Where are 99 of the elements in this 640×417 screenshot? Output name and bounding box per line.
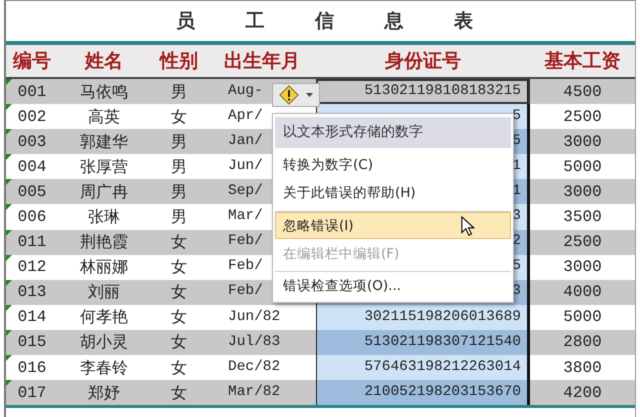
column-header: 出生年月 (223, 48, 301, 74)
table-cell: 013 (6, 280, 58, 305)
table-cell-text: Feb/ (228, 282, 263, 302)
table-cell-text: Jun/ (228, 156, 263, 176)
error-indicator-icon (6, 154, 12, 160)
column-header: 基本工资 (544, 48, 622, 74)
table-cell-text: 女 (170, 256, 188, 278)
table-cell-text: 女 (170, 231, 188, 254)
table-cell-text: 2500 (562, 106, 603, 128)
error-smart-tag[interactable] (272, 83, 320, 107)
table-cell-text: 女 (170, 306, 188, 328)
table-cell-text: 4500 (562, 82, 603, 103)
table-cell: 006 (6, 204, 58, 230)
menu-item[interactable]: 忽略错误(I) (275, 210, 511, 239)
table-cell-text: 高英 (87, 106, 121, 128)
table-cell-text: 4200 (562, 382, 603, 404)
menu-item[interactable]: 关于此错误的帮助(H) (275, 178, 511, 206)
table-cell-text: 男 (170, 156, 188, 178)
table-cell-text: 张琳 (87, 206, 121, 228)
table-cell-text: 4000 (562, 282, 603, 304)
table-cell-text: 3000 (562, 257, 603, 278)
error-indicator-icon (6, 330, 12, 336)
error-indicator-icon (6, 355, 12, 362)
error-indicator-icon (6, 129, 12, 136)
table-cell-text: 3000 (562, 132, 603, 153)
table-cell-text: 张厚营 (79, 156, 129, 178)
table-cell-text: 何孝艳 (79, 306, 129, 328)
table-cell-text: Apr/ (228, 106, 263, 126)
table-cell-text: 女 (170, 331, 188, 354)
menu-header: 以文本形式存储的数字 (275, 117, 511, 148)
table-cell[interactable]: 210052198203153670 (316, 380, 530, 406)
table-cell-text: 3000 (562, 182, 603, 203)
table-cell: 014 (6, 304, 58, 330)
error-indicator-icon (6, 230, 12, 236)
table-cell-text: 5000 (562, 307, 603, 328)
table-cell-text: 马依鸣 (79, 80, 129, 103)
menu-item[interactable]: 转换为数字(C) (275, 150, 511, 178)
menu-item: 在编辑栏中编辑(F) (282, 244, 400, 264)
table-cell-text: 5000 (562, 156, 603, 178)
table-cell-text: Aug- (228, 82, 263, 101)
error-indicator-icon (6, 179, 12, 186)
table-cell-text: Mar/82 (228, 382, 280, 402)
column-header: 姓名 (84, 48, 124, 74)
table-cell-text: 周广冉 (79, 180, 129, 203)
column-header: 身份证号 (384, 48, 462, 74)
table-cell-text: 李春铃 (79, 356, 129, 379)
sheet-title: 员 工 信 息 表 (174, 8, 496, 34)
table-cell-text: 女 (170, 356, 188, 379)
table-cell-text: 荆艳霞 (79, 231, 129, 254)
table-cell: 001 (6, 79, 58, 104)
error-indicator-icon (6, 104, 12, 110)
table-cell: 002 (6, 104, 58, 130)
error-indicator-icon (6, 204, 12, 210)
table-cell-text: 女 (170, 281, 188, 304)
table-cell-text: 男 (170, 206, 188, 228)
warning-icon (279, 85, 300, 105)
table-cell-text: 3800 (562, 358, 603, 379)
table-cell: 015 (6, 330, 58, 356)
menu-item[interactable]: 错误检查选项(O)... (275, 271, 511, 300)
table-cell-text: Feb/ (228, 232, 263, 252)
table-cell-text: 3500 (562, 207, 603, 228)
table-cell-text: 郑妤 (87, 382, 121, 404)
table-cell-text: 女 (170, 106, 188, 128)
table-cell-text: 女 (170, 382, 188, 404)
table-cell-text: 2800 (562, 332, 603, 354)
table-cell-text: 男 (170, 130, 188, 153)
table-cell: 005 (6, 179, 58, 204)
table-cell: 011 (6, 230, 58, 255)
table-cell-text: Jan/ (228, 132, 263, 151)
table-cell[interactable]: 576463198212263014 (316, 355, 530, 380)
caret-icon (306, 93, 313, 97)
table-cell-text: 2500 (562, 232, 603, 254)
table-cell-text: 男 (170, 80, 188, 103)
table-cell-text: 胡小灵 (79, 331, 129, 354)
table-cell-text: Sep/ (228, 182, 263, 202)
error-indicator-icon (6, 254, 12, 261)
table-cell: 003 (6, 129, 58, 154)
table-cell-text: Feb/ (228, 257, 263, 276)
table-cell: 012 (6, 254, 58, 280)
error-indicator-icon (6, 280, 12, 286)
table-cell[interactable]: 302115198206013689 (316, 304, 530, 330)
table-cell: 004 (6, 154, 58, 180)
table-cell-text: 男 (170, 180, 188, 203)
table-cell-text: 林丽娜 (79, 256, 129, 278)
table-cell-text: 郭建华 (79, 130, 129, 153)
table-cell: 017 (6, 380, 58, 406)
cursor-icon (461, 216, 475, 237)
table-cell[interactable]: 513021198108183215 (316, 79, 530, 104)
table-cell-text: Jun/82 (228, 308, 280, 327)
table-cell: 016 (6, 355, 58, 380)
table-cell-text: Jul/83 (228, 332, 280, 352)
column-header: 编号 (12, 48, 52, 74)
table-cell-text: Mar/ (228, 207, 263, 226)
table-cell-text: 刘丽 (87, 281, 121, 304)
column-header: 性别 (158, 48, 199, 74)
table-cell-text: Dec/82 (228, 358, 280, 377)
table-cell[interactable]: 513021198307121540 (316, 330, 530, 356)
error-indicator-icon (6, 380, 12, 386)
error-indicator-icon (6, 304, 12, 311)
